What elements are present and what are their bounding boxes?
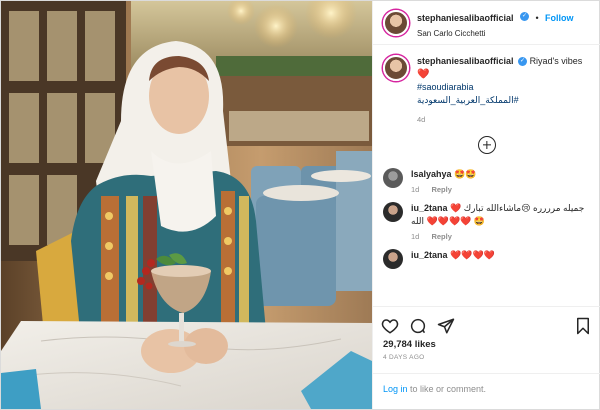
separator-dot: • xyxy=(535,12,539,23)
heart-icon[interactable] xyxy=(381,317,399,335)
caption-avatar[interactable] xyxy=(383,55,409,81)
author-username[interactable]: stephaniesalibaofficial xyxy=(417,13,514,23)
commenter-avatar[interactable] xyxy=(383,249,403,269)
follow-button[interactable]: Follow xyxy=(545,13,574,23)
plus-circle-icon[interactable] xyxy=(477,136,496,154)
share-icon[interactable] xyxy=(437,317,455,335)
reply-button[interactable]: Reply xyxy=(431,185,451,194)
comment-age: 1d xyxy=(411,232,420,241)
comment-icon[interactable] xyxy=(409,317,427,335)
comment-item: lsalyahya 🤩🤩 1d Reply xyxy=(383,168,590,194)
caption-age: 4d xyxy=(417,115,426,124)
likes-count[interactable]: 29,784 likes xyxy=(383,339,436,350)
location-link[interactable]: San Carlo Cicchetti xyxy=(417,29,574,38)
comment-age: 1d xyxy=(411,185,420,194)
caption-heart: ❤️ xyxy=(417,69,430,80)
hashtag-link[interactable]: #saoudiarabia xyxy=(417,81,582,94)
author-avatar[interactable] xyxy=(383,9,409,36)
verified-badge-icon: ✓ xyxy=(519,11,529,21)
comment-username[interactable]: iu_2tana xyxy=(411,250,448,260)
comment-username[interactable]: lsalyahya xyxy=(411,169,452,179)
comment-item: iu_2tana ❤️❤️❤️❤️ xyxy=(383,249,590,269)
header-text: stephaniesalibaofficial ✓ • Follow San C… xyxy=(417,8,574,38)
action-bar xyxy=(373,306,600,338)
hashtag-link[interactable]: #المملكة_العربية_السعودية xyxy=(417,94,582,107)
comment-text: ❤️❤️❤️❤️ xyxy=(450,250,495,260)
comment-username[interactable]: iu_2tana xyxy=(411,203,448,213)
caption: stephaniesalibaofficial ✓ Riyad's vibes … xyxy=(383,55,590,124)
post-timestamp: 4 DAYS AGO xyxy=(383,354,425,361)
login-prompt-text: to like or comment. xyxy=(407,384,487,394)
comment-item: iu_2tana جميله مرررره 😢ماشاءالله تبارك ❤… xyxy=(383,202,590,241)
bookmark-icon[interactable] xyxy=(574,317,592,335)
post-header: stephaniesalibaofficial ✓ • Follow San C… xyxy=(373,1,600,45)
instagram-post: stephaniesalibaofficial ✓ • Follow San C… xyxy=(0,0,600,410)
comments-section[interactable]: stephaniesalibaofficial ✓ Riyad's vibes … xyxy=(373,45,600,303)
reply-button[interactable]: Reply xyxy=(431,232,451,241)
login-prompt: Log in to like or comment. xyxy=(373,373,600,409)
verified-badge-icon: ✓ xyxy=(518,57,528,67)
login-link[interactable]: Log in xyxy=(383,384,408,394)
caption-username[interactable]: stephaniesalibaofficial xyxy=(417,56,514,66)
post-photo[interactable] xyxy=(1,1,372,409)
post-side-panel: stephaniesalibaofficial ✓ • Follow San C… xyxy=(372,1,600,409)
commenter-avatar[interactable] xyxy=(383,168,403,188)
comment-text: 🤩🤩 xyxy=(454,169,477,179)
commenter-avatar[interactable] xyxy=(383,202,403,222)
caption-text: Riyad's vibes xyxy=(529,56,583,66)
